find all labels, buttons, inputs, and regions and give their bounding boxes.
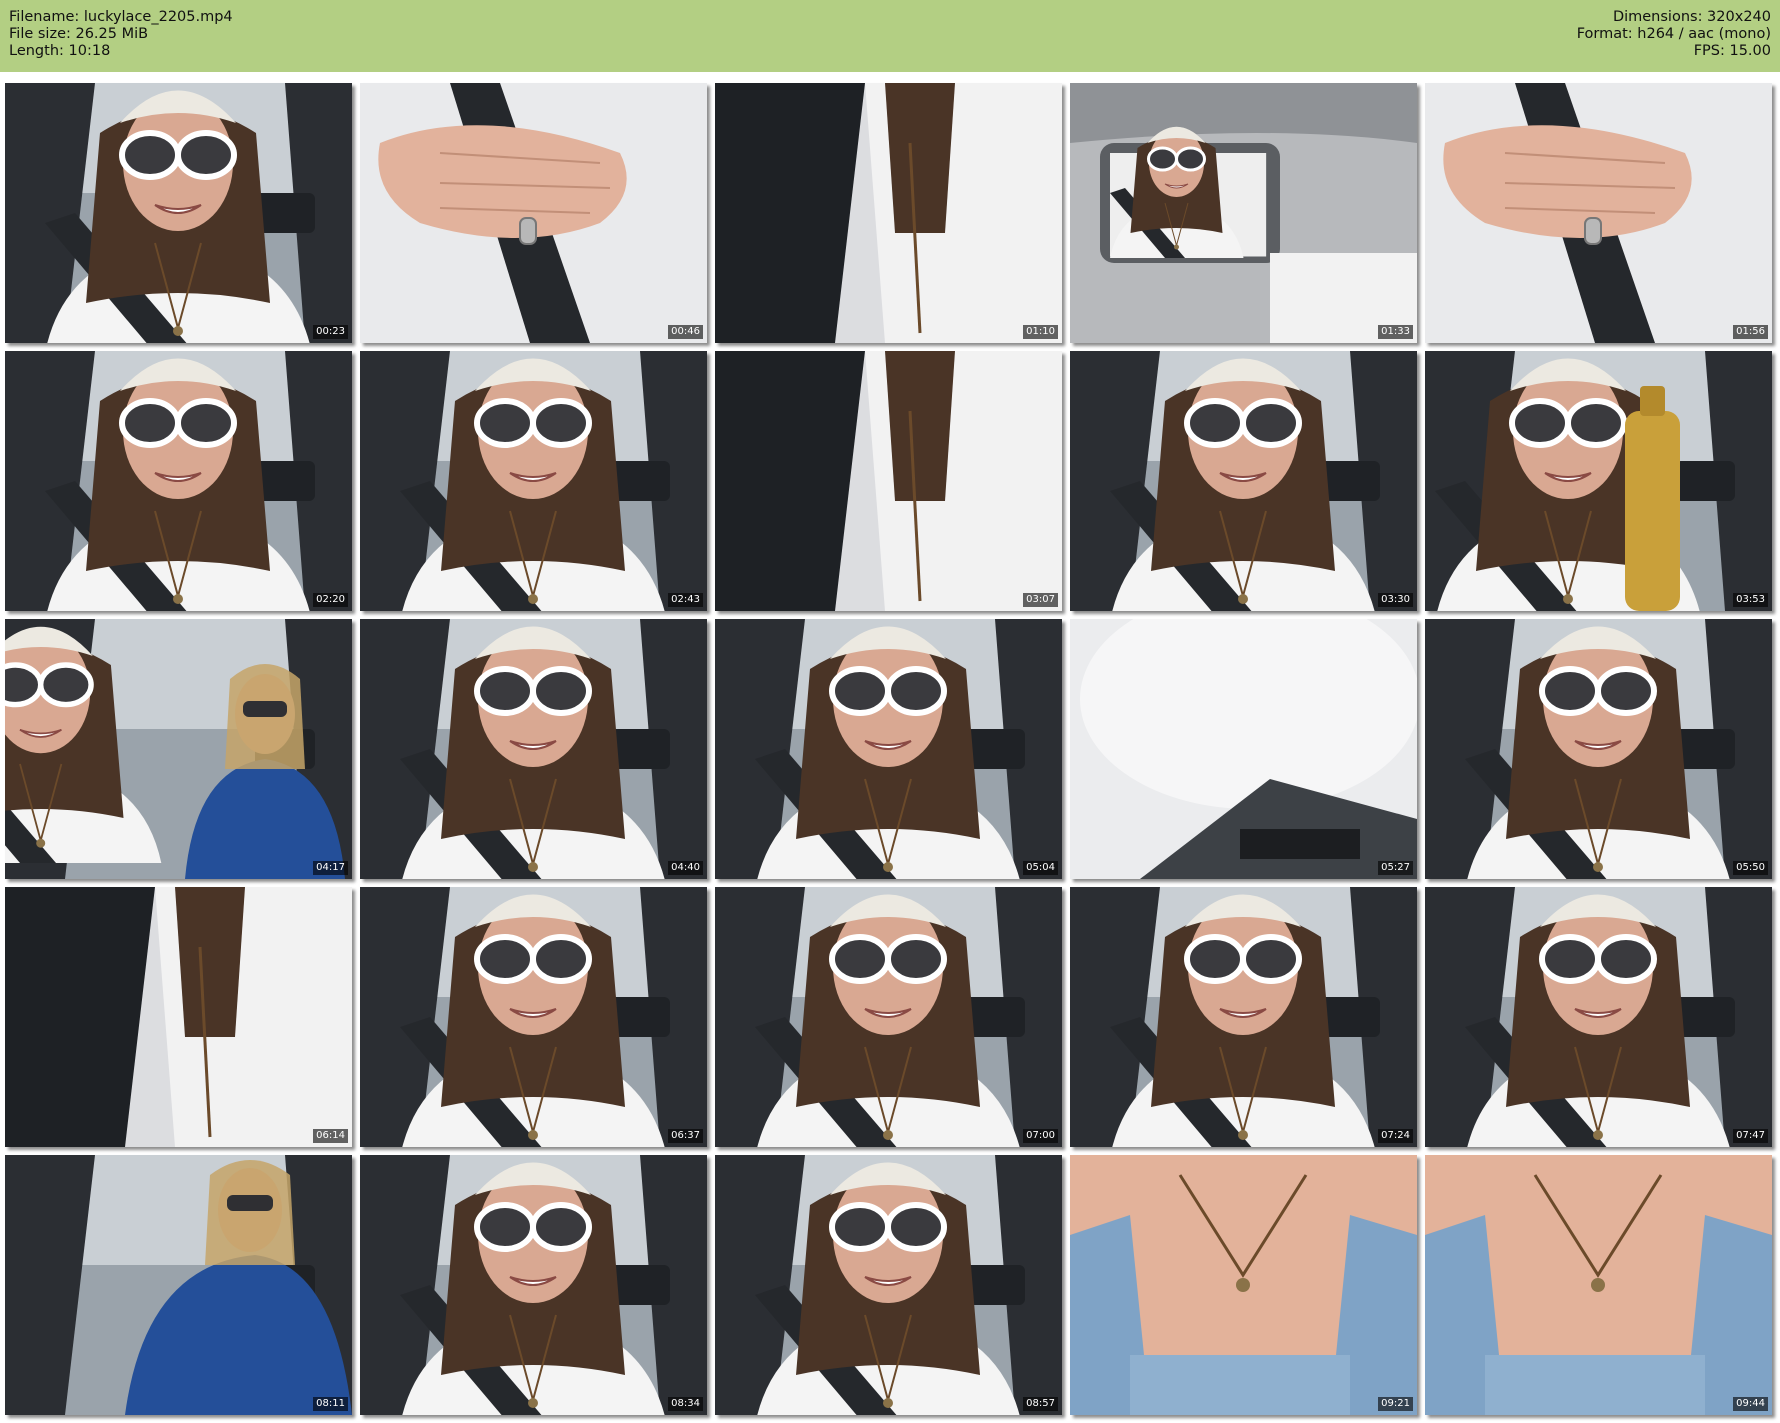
- thumbnail-frame-image: [360, 1155, 707, 1415]
- video-thumbnail: 07:47: [1425, 887, 1772, 1147]
- video-thumbnail: 09:44: [1425, 1155, 1772, 1415]
- video-thumbnail: 09:21: [1070, 1155, 1417, 1415]
- timestamp-label: 01:56: [1733, 325, 1768, 339]
- thumbnail-frame-image: [360, 887, 707, 1147]
- video-thumbnail: 03:53: [1425, 351, 1772, 611]
- video-thumbnail: 02:20: [5, 351, 352, 611]
- thumbnail-frame-image: [1070, 619, 1417, 879]
- filesize-text: File size: 26.25 MiB: [9, 26, 149, 42]
- thumbnail-frame-image: [5, 351, 352, 611]
- thumbnail-frame-image: [1425, 83, 1772, 343]
- timestamp-label: 03:30: [1378, 593, 1413, 607]
- thumbnail-frame-image: [5, 887, 352, 1147]
- format-text: Format: h264 / aac (mono): [1576, 26, 1771, 42]
- timestamp-label: 09:21: [1378, 1397, 1413, 1411]
- timestamp-label: 05:50: [1733, 861, 1768, 875]
- video-thumbnail: 02:43: [360, 351, 707, 611]
- thumbnail-grid: 00:23 00:46 01:10 01:33 01:56 02:20 02:43 03:07…: [5, 83, 1772, 1415]
- video-thumbnail: 05:04: [715, 619, 1062, 879]
- timestamp-label: 06:37: [668, 1129, 703, 1143]
- thumbnail-frame-image: [715, 351, 1062, 611]
- thumbnail-frame-image: [715, 619, 1062, 879]
- video-thumbnail: 00:23: [5, 83, 352, 343]
- timestamp-label: 02:43: [668, 593, 703, 607]
- timestamp-label: 05:04: [1023, 861, 1058, 875]
- thumbnail-frame-image: [1425, 887, 1772, 1147]
- file-info: Filename: luckylace_2205.mp4 File size: …: [9, 9, 233, 60]
- thumbnail-frame-image: [5, 1155, 352, 1415]
- timestamp-label: 00:46: [668, 325, 703, 339]
- timestamp-label: 01:10: [1023, 325, 1058, 339]
- thumbnail-frame-image: [715, 83, 1062, 343]
- thumbnail-frame-image: [360, 619, 707, 879]
- video-thumbnail: 01:56: [1425, 83, 1772, 343]
- video-thumbnail: 04:17: [5, 619, 352, 879]
- timestamp-label: 07:47: [1733, 1129, 1768, 1143]
- dimensions-text: Dimensions: 320x240: [1612, 9, 1771, 25]
- video-thumbnail: 05:50: [1425, 619, 1772, 879]
- thumbnail-frame-image: [1070, 83, 1417, 343]
- timestamp-label: 01:33: [1378, 325, 1413, 339]
- video-thumbnail: 07:00: [715, 887, 1062, 1147]
- timestamp-label: 03:07: [1023, 593, 1058, 607]
- length-text: Length: 10:18: [9, 43, 111, 59]
- thumbnail-frame-image: [360, 83, 707, 343]
- thumbnail-frame-image: [1425, 619, 1772, 879]
- video-thumbnail: 03:30: [1070, 351, 1417, 611]
- thumbnail-frame-image: [715, 1155, 1062, 1415]
- thumbnail-frame-image: [1425, 1155, 1772, 1415]
- video-thumbnail: 04:40: [360, 619, 707, 879]
- timestamp-label: 07:24: [1378, 1129, 1413, 1143]
- video-thumbnail: 08:11: [5, 1155, 352, 1415]
- thumbnail-frame-image: [1070, 1155, 1417, 1415]
- video-thumbnail: 06:37: [360, 887, 707, 1147]
- thumbnail-frame-image: [5, 619, 352, 879]
- thumbnail-frame-image: [360, 351, 707, 611]
- video-thumbnail: 06:14: [5, 887, 352, 1147]
- thumbnail-frame-image: [715, 887, 1062, 1147]
- video-thumbnail: 08:34: [360, 1155, 707, 1415]
- timestamp-label: 09:44: [1733, 1397, 1768, 1411]
- video-thumbnail: 07:24: [1070, 887, 1417, 1147]
- video-thumbnail: 03:07: [715, 351, 1062, 611]
- timestamp-label: 03:53: [1733, 593, 1768, 607]
- format-info: Dimensions: 320x240 Format: h264 / aac (…: [1577, 9, 1771, 60]
- info-header: Filename: luckylace_2205.mp4 File size: …: [0, 0, 1780, 72]
- timestamp-label: 04:17: [313, 861, 348, 875]
- fps-text: FPS: 15.00: [1693, 43, 1771, 59]
- video-thumbnail: 01:33: [1070, 83, 1417, 343]
- timestamp-label: 08:11: [313, 1397, 348, 1411]
- timestamp-label: 08:34: [668, 1397, 703, 1411]
- thumbnail-frame-image: [5, 83, 352, 343]
- video-thumbnail: 01:10: [715, 83, 1062, 343]
- timestamp-label: 05:27: [1378, 861, 1413, 875]
- timestamp-label: 00:23: [313, 325, 348, 339]
- timestamp-label: 06:14: [313, 1129, 348, 1143]
- video-thumbnail: 08:57: [715, 1155, 1062, 1415]
- timestamp-label: 04:40: [668, 861, 703, 875]
- thumbnail-frame-image: [1425, 351, 1772, 611]
- video-thumbnail: 05:27: [1070, 619, 1417, 879]
- thumbnail-frame-image: [1070, 887, 1417, 1147]
- timestamp-label: 02:20: [313, 593, 348, 607]
- timestamp-label: 08:57: [1023, 1397, 1058, 1411]
- video-thumbnail: 00:46: [360, 83, 707, 343]
- timestamp-label: 07:00: [1023, 1129, 1058, 1143]
- filename-text: Filename: luckylace_2205.mp4: [9, 9, 233, 25]
- thumbnail-frame-image: [1070, 351, 1417, 611]
